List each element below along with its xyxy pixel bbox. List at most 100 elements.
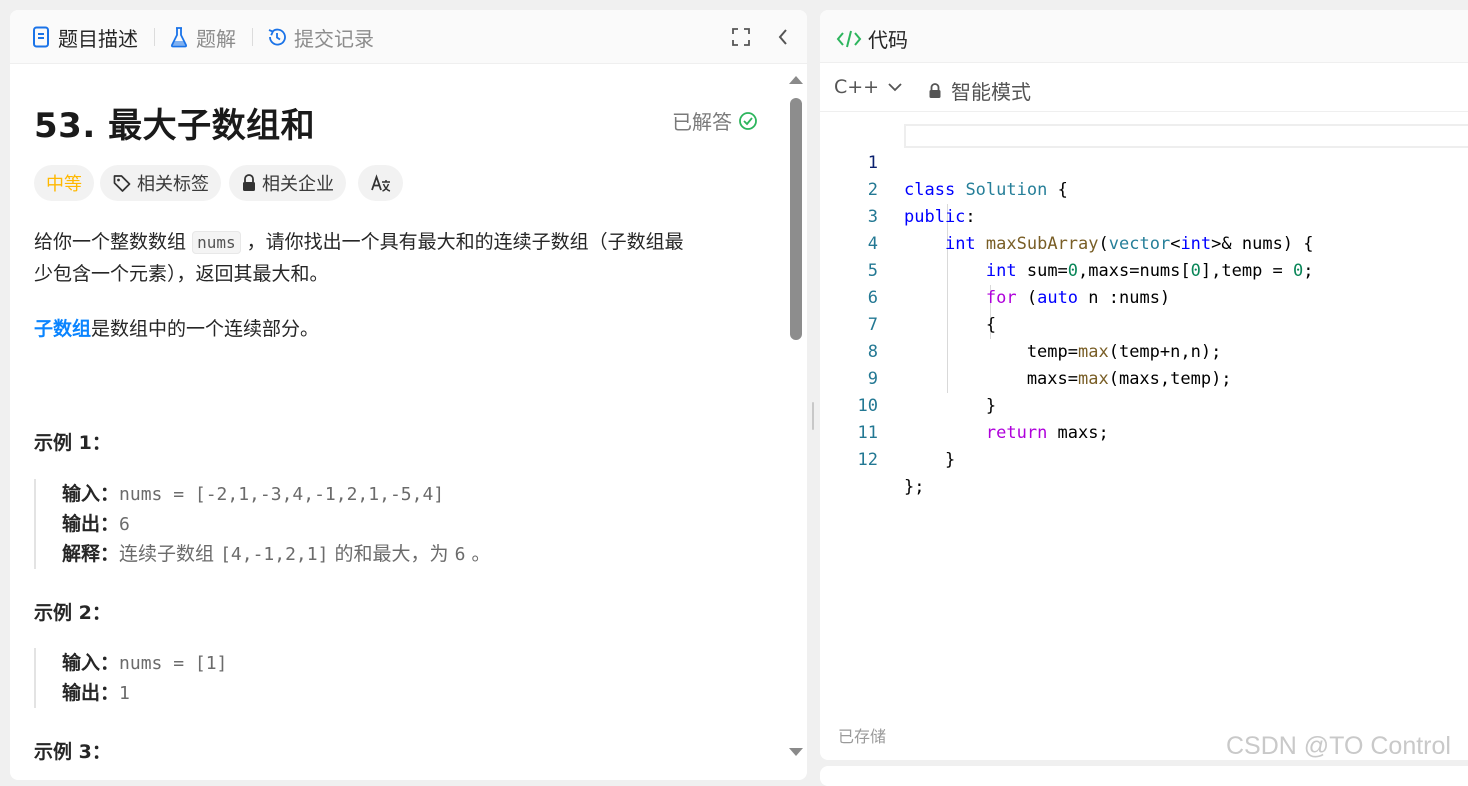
tab-divider [154,28,155,46]
problem-title: 53. 最大子数组和 [34,106,316,146]
example-2-title: 示例 2： [34,602,111,624]
code-line: 2 public: [820,150,976,227]
tag-icon [112,173,132,193]
code-panel: 代码 C++ 智能模式 1 class Solution { 2 public: [820,10,1468,760]
example-2-block: 输入：nums = [1] 输出：1 [34,648,227,708]
output-label: 输出： [62,513,120,535]
code-text: } [904,396,997,416]
tab-description-label: 题目描述 [58,26,138,51]
input-label: 输入： [62,652,120,674]
code-text: return maxs; [985,423,1109,443]
code-line: 5 for (auto n :nums) [820,231,1170,308]
inline-code: nums [192,231,241,254]
smart-mode-label: 智能模式 [951,80,1031,104]
code-text: temp=max(temp+n,n); [904,342,1222,362]
related-tags-label: 相关标签 [137,174,209,195]
translate-button[interactable] [358,165,403,201]
difficulty-badge[interactable]: 中等 [34,165,94,201]
tab-divider [252,28,253,46]
description-line-1: 给你一个整数数组 nums ，请你找出一个具有最大和的连续子数组（子数组最 [34,226,684,259]
code-text: } [904,450,956,470]
chevron-down-icon [887,81,903,93]
tab-submissions-label: 提交记录 [294,26,374,51]
description-text: 是数组中的一个连续部分。 [91,318,320,340]
subarray-link[interactable]: 子数组 [34,318,91,340]
solved-status: 已解答 [672,106,758,135]
saved-status: 已存储 [838,727,887,746]
watermark: CSDN @TO Control [1226,732,1451,760]
example-1-output: 输出：6 [62,509,490,539]
tab-solutions-label: 题解 [196,26,236,51]
difficulty-label: 中等 [46,174,82,195]
scroll-down-arrow[interactable] [789,748,803,756]
tab-solutions[interactable]: 题解 [168,24,236,51]
code-line: 6 { [820,258,996,335]
code-text: class Solution { [904,180,1068,200]
panel-resize-handle[interactable] [812,402,814,430]
related-companies-label: 相关企业 [262,174,334,195]
code-text: maxs=max(maxs,temp); [904,369,1232,389]
code-tab[interactable]: 代码 [836,24,908,53]
language-select[interactable]: C++ [834,76,903,98]
code-line: 7 temp=max(temp+n,n); [820,285,1222,362]
description-line-2: 少包含一个元素），返回其最大和。 [34,263,329,285]
code-line: 3 int maxSubArray(vector<int>& nums) { [820,177,1314,254]
code-line: 1 class Solution { [820,123,1068,200]
code-icon [836,28,862,50]
related-companies-button[interactable]: 相关企业 [229,165,346,201]
explain-text: 的和最大，为 [334,543,449,565]
example-2-output: 输出：1 [62,678,227,708]
input-value: nums = [1] [119,653,228,674]
output-label: 输出： [62,682,120,704]
example-1-title: 示例 1： [34,432,111,454]
translate-icon [370,173,392,193]
code-tab-label: 代码 [868,28,908,52]
input-label: 输入： [62,483,120,505]
code-line: 10 return maxs; [820,366,1109,443]
explain-text: 。 [471,543,491,565]
bottom-panel-edge [820,766,1468,786]
description-text: ，请你找出一个具有最大和的连续子数组（子数组最 [246,231,684,253]
explain-code: [4,-1,2,1] [220,544,329,565]
description-text: 给你一个整数数组 [34,231,187,253]
lock-icon [928,82,942,100]
solved-status-label: 已解答 [672,110,732,134]
example-1-block: 输入：nums = [-2,1,-3,4,-1,2,1,-5,4] 输出：6 解… [34,479,490,569]
output-value: 1 [119,683,130,704]
document-icon [30,26,52,48]
related-tags-button[interactable]: 相关标签 [100,165,221,201]
code-text: for (auto n :nums) [985,288,1171,308]
collapse-panel-icon[interactable] [772,26,794,48]
code-line: 11 } [820,393,956,470]
explain-label: 解释： [62,543,120,565]
code-editor[interactable]: 1 class Solution { 2 public: 3 int maxSu… [820,123,1468,497]
example-3-title: 示例 3： [34,741,111,763]
code-header: 代码 [820,10,1468,63]
explain-number: 6 [454,544,466,565]
code-text: int sum=0,maxs=nums[0],temp = 0; [985,261,1314,281]
check-circle-icon [738,111,758,131]
explain-text: 连续子数组 [119,543,215,565]
language-label: C++ [834,76,880,98]
example-1-input: 输入：nums = [-2,1,-3,4,-1,2,1,-5,4] [62,479,490,509]
editor-toolbar: C++ 智能模式 [820,63,1468,112]
fullscreen-icon[interactable] [730,26,752,48]
smart-mode-toggle[interactable]: 智能模式 [928,76,1031,105]
flask-icon [168,26,190,48]
code-text: { [904,315,997,335]
input-value: nums = [-2,1,-3,4,-1,2,1,-5,4] [119,484,445,505]
scrollbar-thumb[interactable] [790,98,802,340]
code-line: 9 } [820,339,996,416]
current-line-highlight [904,124,1468,148]
example-2-input: 输入：nums = [1] [62,648,227,678]
tab-submissions[interactable]: 提交记录 [266,24,374,51]
line-number: 12 [857,450,878,470]
code-text: public: [904,207,976,227]
code-line: 8 maxs=max(maxs,temp); [820,312,1232,389]
left-tabbar: 题目描述 题解 提交记录 [10,10,807,64]
scroll-up-arrow[interactable] [789,76,803,84]
tab-description[interactable]: 题目描述 [30,24,138,51]
code-text: int maxSubArray(vector<int>& nums) { [944,234,1314,254]
lock-icon [241,173,257,193]
output-value: 6 [119,514,130,535]
